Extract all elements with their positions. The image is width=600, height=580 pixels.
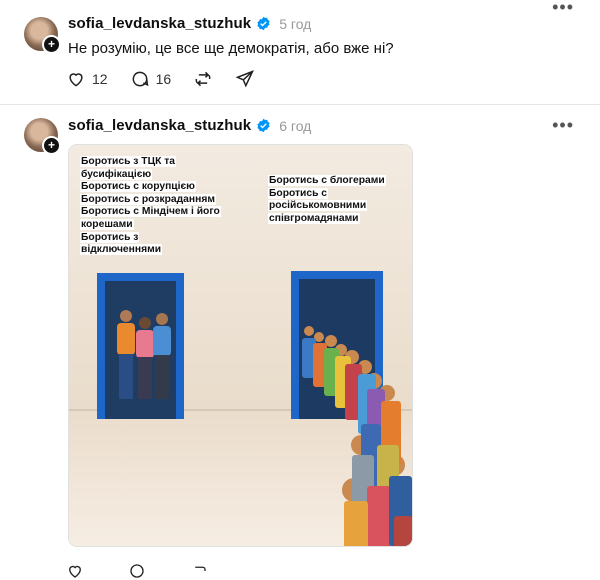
caption-line: Боротись с корупцією <box>80 181 196 193</box>
small-group <box>117 310 171 399</box>
caption-line: Боротись с Міндічем і його <box>80 206 221 218</box>
next-actions-partial <box>66 562 208 580</box>
more-options-icon[interactable]: ••• <box>552 116 574 134</box>
heart-icon[interactable] <box>66 562 84 580</box>
repost-button[interactable] <box>193 69 213 89</box>
post-divider <box>0 104 600 105</box>
post-time: 5 год <box>279 15 312 32</box>
avatar[interactable]: + <box>24 118 61 155</box>
follow-plus-icon[interactable]: + <box>42 35 61 54</box>
like-count: 12 <box>92 71 108 87</box>
caption-line: Боротись з <box>80 231 140 243</box>
username[interactable]: sofia_levdanska_stuzhuk <box>68 117 251 134</box>
repost-icon[interactable] <box>190 562 208 580</box>
post-header: sofia_levdanska_stuzhuk 5 год <box>68 15 311 32</box>
right-caption: Боротись с блогерами Боротись с російськ… <box>268 175 408 225</box>
post-time: 6 год <box>279 117 312 134</box>
follow-plus-icon[interactable]: + <box>42 136 61 155</box>
verified-badge-icon <box>257 118 270 133</box>
caption-line: Боротись з ТЦК та <box>80 156 177 167</box>
avatar[interactable]: + <box>24 17 61 54</box>
post-image[interactable]: Боротись з ТЦК та бусифікацією Боротись … <box>68 144 413 547</box>
caption-line: бусифікацією <box>80 168 153 180</box>
left-caption: Боротись з ТЦК та бусифікацією Боротись … <box>80 156 230 257</box>
repost-icon <box>195 71 211 87</box>
post-header: sofia_levdanska_stuzhuk 6 год <box>68 117 311 134</box>
comment-count: 16 <box>155 71 172 87</box>
verified-badge-icon <box>257 16 270 31</box>
caption-line: відключеннями <box>80 244 163 256</box>
like-button[interactable]: 12 <box>66 69 108 89</box>
caption-line: співгромадянами <box>268 212 360 224</box>
caption-line: російськомовними <box>268 200 368 212</box>
comment-icon <box>132 71 149 87</box>
share-icon <box>235 70 255 88</box>
caption-line: Боротись с розкраданням <box>80 193 216 205</box>
username[interactable]: sofia_levdanska_stuzhuk <box>68 15 251 32</box>
share-button[interactable] <box>235 69 255 89</box>
caption-line: Боротись с блогерами <box>268 175 386 186</box>
more-options-icon[interactable]: ••• <box>552 0 574 16</box>
comment-button[interactable]: 16 <box>130 69 172 89</box>
comment-icon[interactable] <box>128 562 146 580</box>
heart-icon <box>69 73 83 87</box>
caption-line: Боротись с <box>268 187 329 199</box>
caption-line: корешами <box>80 218 134 230</box>
post-actions: 12 16 <box>66 69 277 89</box>
post-text: Не розумію, це все ще демократія, або вж… <box>68 40 394 57</box>
